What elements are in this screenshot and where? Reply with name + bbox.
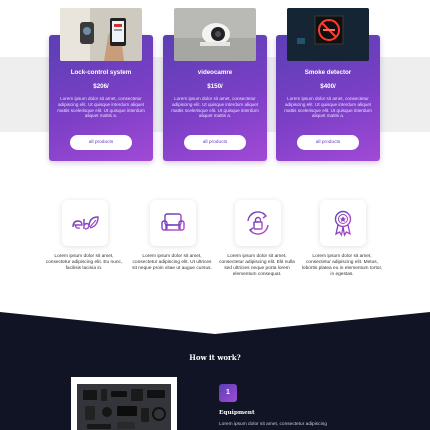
- feature-icon-box: [235, 200, 281, 246]
- all-products-button[interactable]: all products: [70, 135, 132, 150]
- lock-refresh-icon: [247, 211, 269, 235]
- feature-text: Lorem ipsum dolor sit amet, consectetur …: [219, 254, 295, 277]
- product-price: $400/: [320, 83, 336, 90]
- equipment-photo: [77, 384, 171, 430]
- product-card-camera: videocamre $150/ Lorem ipsum dolor sit a…: [163, 8, 267, 161]
- product-card-lock: Lock-control system $206/ Lorem ipsum do…: [49, 8, 153, 161]
- product-title: Smoke detector: [304, 69, 352, 76]
- product-card-smoke: Smoke detector $400/ Lorem ipsum dolor s…: [276, 8, 380, 161]
- feature-text: Lorem ipsum dolor sit amet, consectetur …: [45, 254, 123, 271]
- page: Lock-control system $206/ Lorem ipsum do…: [0, 0, 430, 430]
- how-it-works-title: How it work?: [189, 353, 241, 362]
- all-products-button[interactable]: all products: [184, 135, 246, 150]
- product-title: Lock-control system: [70, 69, 132, 76]
- product-description: Lorem ipsum dolor sit amet, consectetur …: [57, 96, 145, 119]
- step-number-badge: 1: [219, 384, 237, 402]
- all-products-button[interactable]: all products: [297, 135, 359, 150]
- product-description: Lorem ipsum dolor sit amet, consectetur …: [284, 96, 372, 119]
- product-price: $150/: [207, 83, 223, 90]
- armchair-icon: [161, 213, 185, 233]
- step-title: Equipment: [219, 410, 255, 416]
- feature-text: Lorem ipsum dolor sit amet, consectetur …: [132, 254, 212, 271]
- no-smoking-sign-photo: [287, 8, 369, 61]
- eco-leaf-icon: [72, 216, 99, 230]
- step-description: Lorem ipsum dolor sit amet, consectetur …: [219, 422, 327, 427]
- product-price: $206/: [93, 83, 109, 90]
- feature-icon-box: [150, 200, 196, 246]
- security-camera-photo: [174, 8, 256, 61]
- product-title: videocamre: [197, 69, 233, 76]
- award-ribbon-icon: [334, 210, 352, 237]
- product-description: Lorem ipsum dolor sit amet, consectetur …: [171, 96, 259, 119]
- section-divider: [0, 312, 430, 334]
- feature-text: Lorem ipsum dolor sit amet, consectetur …: [301, 254, 383, 277]
- smartphone-lock-photo: [60, 8, 142, 61]
- feature-icon-box: [320, 200, 366, 246]
- feature-icon-box: [62, 200, 108, 246]
